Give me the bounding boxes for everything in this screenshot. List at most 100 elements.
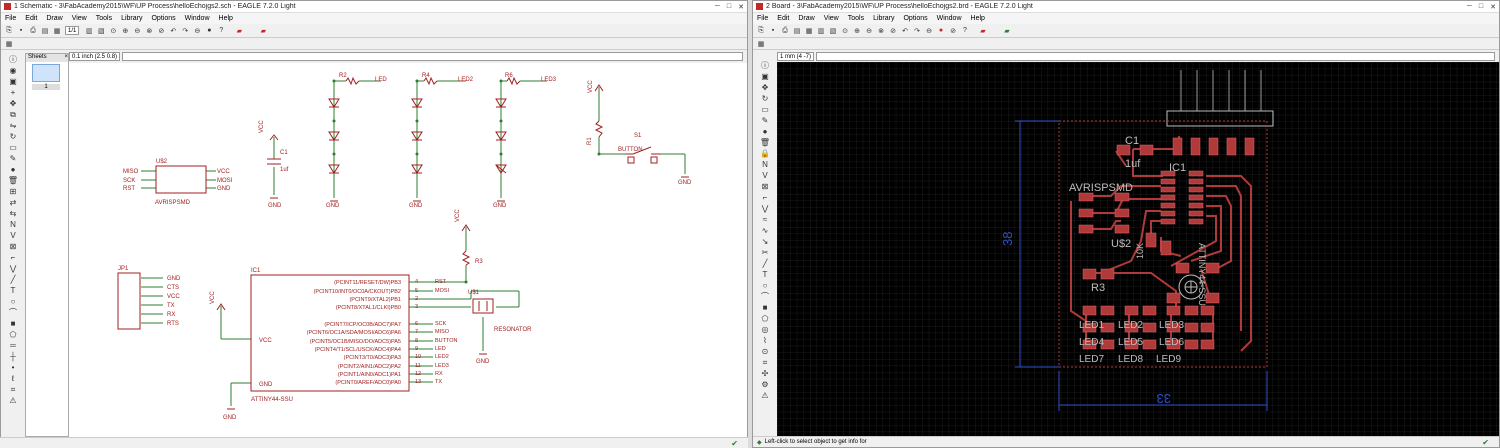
zoom-redraw-icon[interactable]: ⊗	[877, 27, 885, 35]
via-icon[interactable]: ◎	[761, 325, 770, 334]
zoom-fit-icon[interactable]: ⊙	[841, 27, 849, 35]
menu-tools[interactable]: Tools	[96, 15, 112, 22]
menu-tools[interactable]: Tools	[848, 15, 864, 22]
menu-edit[interactable]: Edit	[777, 15, 789, 22]
mirror-icon[interactable]: ⇋	[9, 121, 18, 130]
miter-icon[interactable]: ⌐	[9, 253, 18, 262]
attribute-icon[interactable]: ⌗	[9, 385, 18, 394]
maximize-icon[interactable]: □	[1479, 3, 1483, 11]
change-icon[interactable]: ✎	[9, 154, 18, 163]
smd-pad[interactable]	[1172, 137, 1183, 156]
smd-pad[interactable]	[1200, 339, 1215, 350]
cam-icon[interactable]: ▤	[41, 27, 49, 35]
schematic-switch-icon[interactable]: ▦	[805, 27, 813, 35]
menu-file[interactable]: File	[757, 15, 768, 22]
smd-pad[interactable]	[1078, 208, 1094, 218]
schematic-canvas[interactable]: VCC C1 1uf GND GND GND GND R2 R4 R6 LED …	[69, 63, 747, 437]
bus-icon[interactable]: ═	[9, 341, 18, 350]
name-icon[interactable]: N	[761, 160, 770, 169]
circle-icon[interactable]: ○	[761, 281, 770, 290]
delete-icon[interactable]: 🗑	[8, 176, 18, 185]
board-switch-icon[interactable]: ▦	[53, 27, 61, 35]
ratsnest-icon[interactable]: ✣	[761, 369, 770, 378]
erc-icon[interactable]: ⚠	[9, 396, 18, 405]
smd-pad[interactable]	[1188, 218, 1204, 225]
smd-pad[interactable]	[1160, 210, 1176, 217]
menu-options[interactable]: Options	[903, 15, 927, 22]
smd-pad[interactable]	[1078, 192, 1094, 202]
smd-pad[interactable]	[1188, 202, 1204, 209]
smd-pad[interactable]	[1226, 137, 1237, 156]
optimize-icon[interactable]: ≈	[761, 215, 770, 224]
split-icon[interactable]: ⋁	[9, 264, 18, 273]
menu-window[interactable]: Window	[937, 15, 962, 22]
label-icon[interactable]: ℓ	[9, 374, 18, 383]
zoom-select-icon[interactable]: ⊘	[889, 27, 897, 35]
command-input[interactable]	[816, 52, 1495, 61]
smd-pad[interactable]	[1160, 186, 1176, 193]
junction-icon[interactable]: •	[9, 363, 18, 372]
info-icon[interactable]: ⓘ	[761, 61, 770, 70]
go-icon[interactable]: ●	[205, 27, 213, 35]
smd-pad[interactable]	[1188, 170, 1204, 177]
smd-pad[interactable]	[1166, 292, 1181, 304]
smd-pad[interactable]	[1188, 186, 1204, 193]
zoom-in-icon[interactable]: ⊕	[853, 27, 861, 35]
text-icon[interactable]: T	[761, 270, 770, 279]
smd-pad[interactable]	[1184, 305, 1199, 316]
smd-pad[interactable]	[1188, 178, 1204, 185]
drc-check-icon[interactable]: ⚠	[761, 391, 770, 400]
change-icon[interactable]: ✎	[761, 116, 770, 125]
smd-pad[interactable]	[1190, 137, 1201, 156]
open-icon[interactable]: ⎘	[757, 27, 765, 35]
smd-pad[interactable]	[1188, 194, 1204, 201]
auto-icon[interactable]: ⚙	[761, 380, 770, 389]
designlink-icon[interactable]: ▰	[229, 27, 249, 35]
board-canvas[interactable]: 38 33 C1 1uf IC1 AVRISPSMD U$2 R3 LED1 L…	[777, 62, 1499, 437]
smd-pad[interactable]	[1175, 262, 1190, 274]
zoom-out-icon[interactable]: ⊖	[865, 27, 873, 35]
close-icon[interactable]: ✕	[738, 3, 744, 11]
minimize-icon[interactable]: ─	[715, 3, 720, 11]
arc-icon[interactable]: ⌒	[761, 292, 770, 301]
paste-icon[interactable]: ●	[761, 127, 770, 136]
script-icon[interactable]: ▥	[85, 27, 93, 35]
smd-pad[interactable]	[1184, 339, 1199, 350]
designlink-icon[interactable]: ▰	[973, 27, 993, 35]
group-icon[interactable]: ▭	[761, 105, 770, 114]
smd-pad[interactable]	[1184, 322, 1199, 333]
undo-icon[interactable]: ↶	[901, 27, 909, 35]
smd-pad[interactable]	[1078, 224, 1094, 234]
rotate-icon[interactable]: ↻	[761, 94, 770, 103]
miter-icon[interactable]: ⌐	[761, 193, 770, 202]
print-icon[interactable]: ⎙	[781, 27, 789, 35]
smd-pad[interactable]	[1160, 194, 1176, 201]
smd-pad[interactable]	[1114, 208, 1130, 218]
zoom-fit-icon[interactable]: ⊙	[109, 27, 117, 35]
smd-pad[interactable]	[1082, 268, 1097, 280]
value-icon[interactable]: V	[761, 171, 770, 180]
ripup-icon[interactable]: ✂	[761, 248, 770, 257]
grid-icon[interactable]: ▦	[5, 40, 13, 48]
sheets-close-icon[interactable]: ×	[64, 54, 68, 62]
net-icon[interactable]: ┼	[9, 352, 18, 361]
split-icon[interactable]: ⋁	[761, 204, 770, 213]
polygon-icon[interactable]: ⬠	[9, 330, 18, 339]
zoom-select-icon[interactable]: ⊘	[157, 27, 165, 35]
paste-icon[interactable]: ●	[9, 165, 18, 174]
replace-icon[interactable]: ⇆	[9, 209, 18, 218]
smd-pad[interactable]	[1200, 305, 1215, 316]
smd-pad[interactable]	[1100, 305, 1115, 316]
close-icon[interactable]: ✕	[1490, 3, 1496, 11]
menu-window[interactable]: Window	[185, 15, 210, 22]
print-icon[interactable]: ⎙	[29, 27, 37, 35]
save-icon[interactable]: ▪	[17, 27, 25, 35]
smd-pad[interactable]	[1142, 305, 1157, 316]
open-icon[interactable]: ⎘	[5, 27, 13, 35]
wire-icon[interactable]: ╱	[9, 275, 18, 284]
menu-edit[interactable]: Edit	[25, 15, 37, 22]
delete-icon[interactable]: 🗑	[760, 138, 770, 147]
lock-icon[interactable]: 🔒	[760, 149, 770, 158]
show-icon[interactable]: ◉	[9, 66, 18, 75]
polygon-icon[interactable]: ⬠	[761, 314, 770, 323]
